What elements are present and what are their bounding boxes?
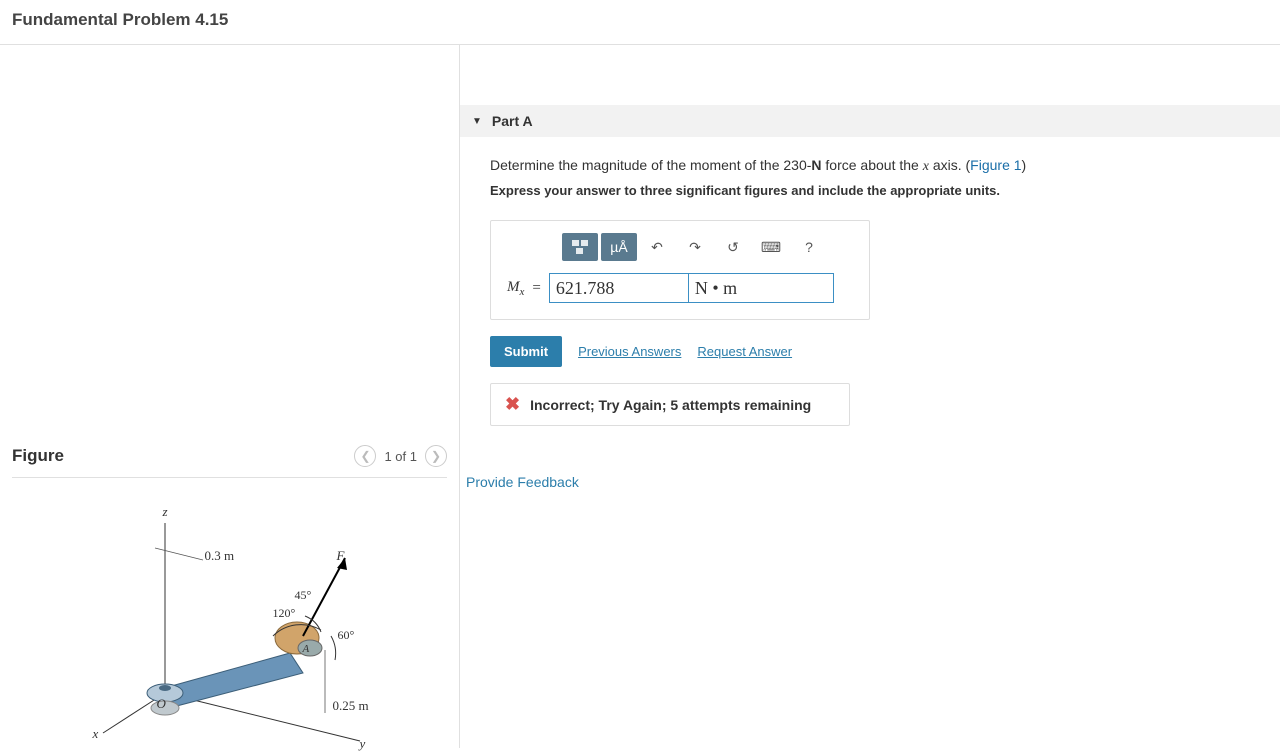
part-label: Part A (492, 113, 533, 129)
dim-top-label: 0.3 m (205, 548, 235, 564)
units-tool-button[interactable]: µÅ (601, 233, 637, 261)
angle-45-label: 45° (295, 588, 312, 603)
force-F-label: F (337, 548, 345, 564)
answer-row: Mx = (507, 273, 853, 303)
figure-nav: ❮ 1 of 1 ❯ (354, 445, 447, 467)
undo-icon: ↶ (651, 239, 663, 256)
part-header[interactable]: ▼ Part A (460, 105, 1280, 137)
part-section: ▼ Part A Determine the magnitude of the … (460, 105, 1280, 446)
fraction-icon (571, 239, 589, 255)
incorrect-icon: ✖ (505, 394, 520, 415)
units-icon-label: µÅ (610, 239, 627, 255)
redo-button[interactable]: ↷ (677, 233, 713, 261)
keyboard-icon: ⌨ (761, 239, 781, 256)
keyboard-button[interactable]: ⌨ (753, 233, 789, 261)
value-input[interactable] (549, 273, 689, 303)
help-button[interactable]: ? (791, 233, 827, 261)
reset-icon: ↺ (727, 239, 739, 256)
axis-y-label: y (360, 736, 366, 752)
right-column: ▼ Part A Determine the magnitude of the … (460, 45, 1280, 748)
chevron-right-icon: ❯ (431, 449, 441, 463)
figure-header: Figure ❮ 1 of 1 ❯ (12, 445, 447, 478)
equals-sign: = (532, 280, 540, 297)
units-input[interactable] (689, 273, 834, 303)
feedback-box: ✖ Incorrect; Try Again; 5 attempts remai… (490, 383, 850, 426)
variable-label: Mx (507, 279, 524, 298)
point-O-label: O (157, 696, 166, 712)
feedback-text: Incorrect; Try Again; 5 attempts remaini… (530, 397, 811, 413)
angle-120-label: 120° (273, 606, 296, 621)
template-tool-button[interactable] (562, 233, 598, 261)
reset-button[interactable]: ↺ (715, 233, 751, 261)
help-icon: ? (805, 239, 813, 255)
dim-bottom-label: 0.25 m (333, 698, 369, 714)
page-title: Fundamental Problem 4.15 (0, 0, 1280, 45)
axis-z-label: z (163, 504, 168, 520)
previous-answers-link[interactable]: Previous Answers (578, 344, 681, 359)
redo-icon: ↷ (689, 239, 701, 256)
answer-box: µÅ ↶ ↷ ↺ ⌨ (490, 220, 870, 320)
left-column: Figure ❮ 1 of 1 ❯ (0, 45, 460, 748)
chevron-left-icon: ❮ (360, 449, 370, 463)
instruction-text: Express your answer to three significant… (490, 183, 1250, 198)
point-A-label: A (303, 643, 310, 655)
angle-60-label: 60° (338, 628, 355, 643)
actions-row: Submit Previous Answers Request Answer (490, 336, 1250, 367)
figure-next-button[interactable]: ❯ (425, 445, 447, 467)
figure-nav-text: 1 of 1 (384, 449, 417, 464)
figure-canvas: z x y O F A 0.3 m 0.25 m 45° 60° 120° (12, 486, 447, 748)
problem-prompt: Determine the magnitude of the moment of… (490, 157, 1250, 175)
figure-prev-button[interactable]: ❮ (354, 445, 376, 467)
undo-button[interactable]: ↶ (639, 233, 675, 261)
provide-feedback-link[interactable]: Provide Feedback (466, 474, 1280, 490)
figure-link[interactable]: Figure 1 (970, 157, 1021, 173)
answer-toolbar: µÅ ↶ ↷ ↺ ⌨ (507, 233, 853, 261)
submit-button[interactable]: Submit (490, 336, 562, 367)
request-answer-link[interactable]: Request Answer (697, 344, 792, 359)
axis-x-label: x (93, 726, 99, 742)
caret-down-icon: ▼ (472, 116, 482, 127)
figure-diagram (85, 498, 375, 748)
figure-title: Figure (12, 446, 64, 466)
